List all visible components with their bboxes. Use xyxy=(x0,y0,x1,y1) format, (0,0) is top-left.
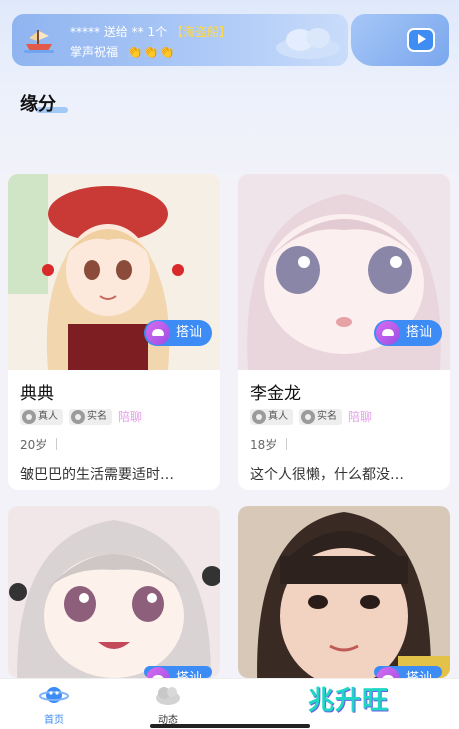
star-badge-icon xyxy=(22,410,36,424)
chat-bubble-icon xyxy=(375,321,400,345)
user-tags: 真人 实名 陪聊 xyxy=(250,408,372,426)
nav-moments[interactable]: 动态 xyxy=(138,683,198,726)
chat-up-button[interactable]: 搭讪 xyxy=(143,320,212,346)
user-age: 18岁 xyxy=(250,438,278,452)
verified-tag-label: 实名 xyxy=(87,411,107,422)
real-person-tag-label: 真人 xyxy=(38,411,58,422)
banner-receiver: ** xyxy=(131,25,144,39)
banner-sender: ***** xyxy=(70,25,100,39)
chat-up-label: 搭讪 xyxy=(406,671,432,678)
nav-home[interactable]: 首页 xyxy=(24,683,84,726)
gift-broadcast-banner[interactable]: ***** 送给 ** 1个 【海盗船】 掌声祝福 👏👏👏 xyxy=(12,14,348,66)
real-person-tag-label: 真人 xyxy=(268,411,288,422)
real-person-tag: 真人 xyxy=(20,409,63,425)
user-portrait-photo xyxy=(238,506,450,678)
verified-tag-label: 实名 xyxy=(317,411,337,422)
companion-chat-tag: 陪聊 xyxy=(348,410,373,424)
chat-bubble-icon xyxy=(145,667,170,678)
divider xyxy=(56,438,57,450)
user-name: 典典 xyxy=(20,384,54,404)
pirate-ship-icon xyxy=(24,30,54,53)
banner-blessing: 掌声祝福 👏👏👏 xyxy=(70,43,176,60)
chat-up-button[interactable]: 搭讪 xyxy=(143,666,212,678)
bottom-navigation: 首页 动态 xyxy=(0,678,459,729)
section-title: 缘分 xyxy=(20,94,56,115)
verified-tag: 实名 xyxy=(299,409,342,425)
id-badge-icon xyxy=(71,410,85,424)
brand-logo: 兆升旺 xyxy=(308,686,390,716)
banner-count: 1个 xyxy=(147,25,168,39)
planet-home-icon xyxy=(39,683,69,707)
banner-message: ***** 送给 ** 1个 【海盗船】 xyxy=(70,23,231,40)
chat-up-label: 搭讪 xyxy=(175,325,202,340)
user-name: 李金龙 xyxy=(250,384,301,404)
user-card[interactable]: 搭讪 李金龙 真人 实名 陪聊 18岁 这个人很懒，什么都没… xyxy=(238,174,450,490)
chat-bubble-icon xyxy=(375,667,400,678)
user-age: 20岁 xyxy=(20,438,48,452)
cloud-moments-icon xyxy=(153,683,183,707)
user-photo[interactable] xyxy=(238,506,450,678)
verified-tag: 实名 xyxy=(69,409,112,425)
user-tags: 真人 实名 陪聊 xyxy=(20,408,142,426)
chat-up-label: 搭讪 xyxy=(405,325,432,340)
anime-girl-avatar xyxy=(8,506,220,678)
user-bio: 这个人很懒，什么都没… xyxy=(250,467,404,483)
user-bio: 皱巴巴的生活需要适时… xyxy=(20,467,174,483)
user-card[interactable]: 搭讪 xyxy=(238,506,450,678)
clap-icons: 👏👏👏 xyxy=(127,45,176,59)
tv-play-icon xyxy=(407,28,435,52)
user-card[interactable]: 搭讪 xyxy=(8,506,220,678)
id-badge-icon xyxy=(301,410,315,424)
divider xyxy=(286,438,287,450)
nav-home-label: 首页 xyxy=(44,715,64,726)
star-badge-icon xyxy=(252,410,266,424)
companion-chat-tag: 陪聊 xyxy=(118,410,143,424)
banner-gift-name: 【海盗船】 xyxy=(170,25,231,39)
real-person-tag: 真人 xyxy=(250,409,293,425)
chat-bubble-icon xyxy=(145,321,170,345)
cloud-decoration xyxy=(276,28,340,59)
banner-verb: 送给 xyxy=(103,25,128,39)
chat-up-label: 搭讪 xyxy=(176,671,202,678)
banner-blessing-text: 掌声祝福 xyxy=(70,45,119,59)
user-photo[interactable] xyxy=(8,506,220,678)
home-indicator xyxy=(150,724,310,728)
user-card[interactable]: 搭讪 典典 真人 实名 陪聊 20岁 皱巴巴的生活需要适时… xyxy=(8,174,220,490)
chat-up-button[interactable]: 搭讪 xyxy=(373,320,442,346)
live-room-button[interactable] xyxy=(351,14,449,66)
chat-up-button[interactable]: 搭讪 xyxy=(373,666,442,678)
